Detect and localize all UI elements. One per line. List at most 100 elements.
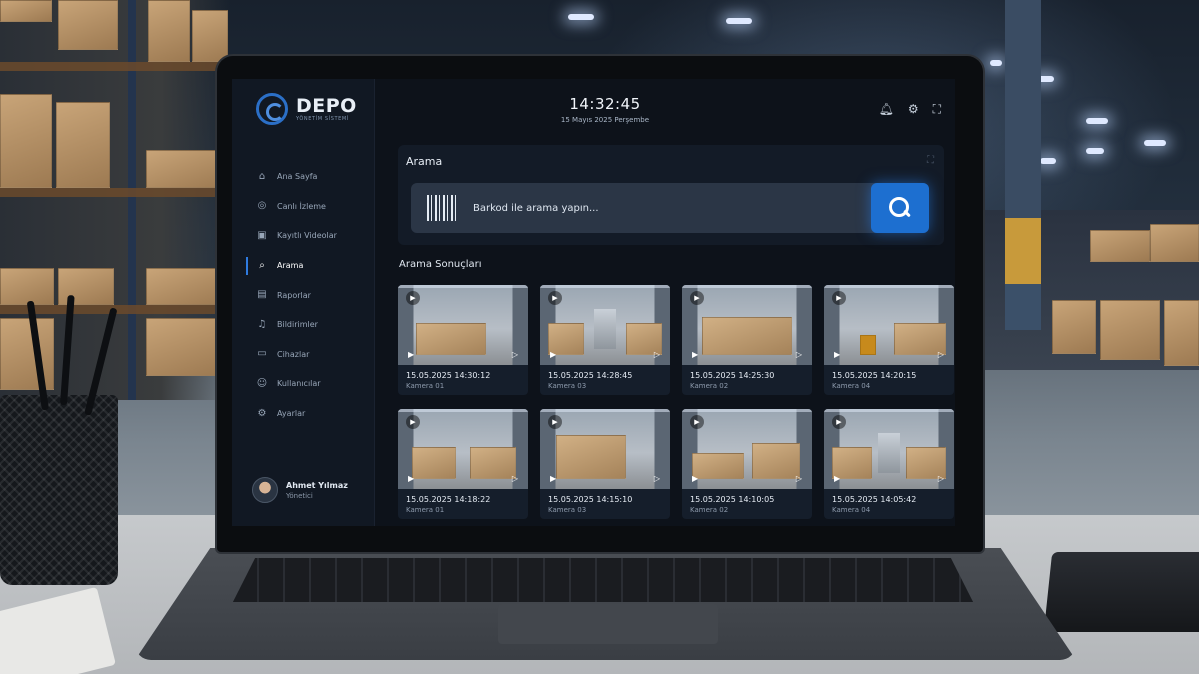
sidebar-item-label: Kullanıcılar	[277, 379, 321, 389]
home-icon: ⌂	[258, 170, 266, 182]
play-icon[interactable]: ▷	[654, 474, 660, 483]
result-card[interactable]: ▶ ▶ ▷ 15.05.2025 14:18:22 Kamera 01	[398, 409, 528, 519]
play-icon[interactable]: ▶	[550, 350, 556, 359]
play-icon[interactable]: ▷	[796, 474, 802, 483]
video-thumbnail[interactable]: ▶ ▶ ▷	[824, 409, 954, 489]
play-icon[interactable]: ▷	[512, 350, 518, 359]
clock-date: 15 Mayıs 2025 Perşembe	[560, 116, 650, 124]
sidebar-item-label: Cihazlar	[277, 349, 310, 359]
sidebar-item-kayitli-videolar[interactable]: ▣ Kayıtlı Videolar	[232, 221, 375, 251]
cardboard-box	[56, 102, 110, 188]
play-icon[interactable]: ▶	[834, 474, 840, 483]
video-thumbnail[interactable]: ▶ ▶ ▷	[540, 409, 670, 489]
sidebar-item-kullanicilar[interactable]: ☺ Kullanıcılar	[232, 369, 375, 399]
video-thumbnail[interactable]: ▶ ▶ ▷	[682, 285, 812, 365]
video-thumbnail[interactable]: ▶ ▶ ▷	[398, 409, 528, 489]
sidebar-nav: ⌂ Ana Sayfa ◎ Canlı İzleme ▣ Kayıtlı Vid…	[232, 162, 375, 428]
user-profile[interactable]: Ahmet Yılmaz Yönetici	[252, 477, 348, 503]
cardboard-box	[146, 318, 218, 376]
logo-icon	[256, 93, 288, 125]
result-card[interactable]: ▶ ▶ ▷ 15.05.2025 14:10:05 Kamera 02	[682, 409, 812, 519]
cardboard-box	[192, 10, 228, 62]
cardboard-box	[146, 268, 224, 305]
play-icon[interactable]: ▶	[406, 291, 420, 305]
header-clock: 14:32:45 15 Mayıs 2025 Perşembe	[505, 95, 705, 124]
result-timestamp: 15.05.2025 14:15:10	[548, 495, 633, 504]
ceiling-light	[1144, 140, 1166, 146]
play-icon[interactable]: ▶	[832, 415, 846, 429]
sidebar-item-raporlar[interactable]: ▤ Raporlar	[232, 280, 375, 310]
play-icon[interactable]: ▶	[548, 415, 562, 429]
result-card[interactable]: ▶ ▶ ▷ 15.05.2025 14:05:42 Kamera 04	[824, 409, 954, 519]
search-button[interactable]	[871, 183, 929, 233]
app-logo[interactable]: DEPO YÖNETİM SİSTEMİ	[256, 93, 357, 125]
play-icon[interactable]: ▶	[548, 291, 562, 305]
result-timestamp: 15.05.2025 14:20:15	[832, 371, 917, 380]
sidebar-item-label: Canlı İzleme	[277, 201, 326, 211]
thumbnail-forklift	[860, 335, 876, 355]
thumbnail-boxes	[752, 443, 800, 479]
device-icon: ▭	[257, 348, 267, 360]
video-thumbnail[interactable]: ▶ ▶ ▷	[682, 409, 812, 489]
result-timestamp: 15.05.2025 14:30:12	[406, 371, 491, 380]
bell-icon[interactable]: 🔔︎	[879, 103, 894, 115]
play-icon[interactable]: ▶	[408, 474, 414, 483]
cardboard-box	[0, 318, 54, 390]
play-icon[interactable]: ▷	[654, 350, 660, 359]
cardboard-box	[1052, 300, 1096, 354]
result-camera: Kamera 03	[548, 382, 587, 390]
notebook	[1043, 552, 1199, 632]
play-icon[interactable]: ▷	[938, 350, 944, 359]
result-timestamp: 15.05.2025 14:28:45	[548, 371, 633, 380]
expand-icon[interactable]: ⛶	[927, 155, 934, 166]
play-icon[interactable]: ▷	[512, 474, 518, 483]
header-actions: 🔔︎ ⚙ ⛶	[879, 103, 941, 115]
result-card[interactable]: ▶ ▶ ▷ 15.05.2025 14:15:10 Kamera 03	[540, 409, 670, 519]
shelf-beam	[0, 62, 225, 71]
sidebar-item-canli-izleme[interactable]: ◎ Canlı İzleme	[232, 192, 375, 222]
thumbnail-boxes	[416, 323, 486, 355]
sidebar-item-ana-sayfa[interactable]: ⌂ Ana Sayfa	[232, 162, 375, 192]
play-icon[interactable]: ▶	[832, 291, 846, 305]
thumbnail-boxes	[556, 435, 626, 479]
report-icon: ▤	[257, 289, 267, 301]
sidebar-item-bildirimler[interactable]: ♫ Bildirimler	[232, 310, 375, 340]
play-icon[interactable]: ▶	[690, 291, 704, 305]
gear-icon[interactable]: ⚙	[908, 103, 919, 115]
result-camera: Kamera 03	[548, 506, 587, 514]
search-icon: ⌕	[259, 259, 265, 271]
warehouse-column	[1005, 0, 1041, 330]
play-icon[interactable]: ▶	[834, 350, 840, 359]
result-card[interactable]: ▶ ▶ ▷ 15.05.2025 14:20:15 Kamera 04	[824, 285, 954, 395]
ceiling-light	[1086, 148, 1104, 154]
result-card[interactable]: ▶ ▶ ▷ 15.05.2025 14:28:45 Kamera 03	[540, 285, 670, 395]
play-icon[interactable]: ▶	[408, 350, 414, 359]
sidebar-item-ayarlar[interactable]: ⚙ Ayarlar	[232, 399, 375, 429]
sidebar-item-arama[interactable]: ⌕ Arama	[232, 251, 375, 281]
ceiling-light	[1086, 118, 1108, 124]
play-icon[interactable]: ▷	[938, 474, 944, 483]
play-icon[interactable]: ▶	[550, 474, 556, 483]
magnifier-icon	[889, 197, 911, 219]
play-icon[interactable]: ▶	[690, 415, 704, 429]
video-thumbnail[interactable]: ▶ ▶ ▷	[398, 285, 528, 365]
sidebar-item-label: Ana Sayfa	[277, 172, 318, 182]
ceiling-light	[568, 14, 594, 20]
video-thumbnail[interactable]: ▶ ▶ ▷	[540, 285, 670, 365]
play-icon[interactable]: ▶	[692, 350, 698, 359]
play-icon[interactable]: ▶	[692, 474, 698, 483]
sidebar-item-cihazlar[interactable]: ▭ Cihazlar	[232, 340, 375, 370]
result-card[interactable]: ▶ ▶ ▷ 15.05.2025 14:25:30 Kamera 02	[682, 285, 812, 395]
video-icon: ▣	[257, 229, 267, 241]
video-thumbnail[interactable]: ▶ ▶ ▷	[824, 285, 954, 365]
result-card[interactable]: ▶ ▶ ▷ 15.05.2025 14:30:12 Kamera 01	[398, 285, 528, 395]
play-icon[interactable]: ▷	[796, 350, 802, 359]
fullscreen-icon[interactable]: ⛶	[933, 103, 941, 115]
barcode-search-input[interactable]	[473, 202, 871, 214]
result-timestamp: 15.05.2025 14:25:30	[690, 371, 775, 380]
cardboard-box	[58, 0, 118, 50]
play-icon[interactable]: ▶	[406, 415, 420, 429]
user-role: Yönetici	[286, 491, 313, 500]
user-name: Ahmet Yılmaz	[286, 480, 348, 490]
pencil-cup	[0, 395, 118, 585]
